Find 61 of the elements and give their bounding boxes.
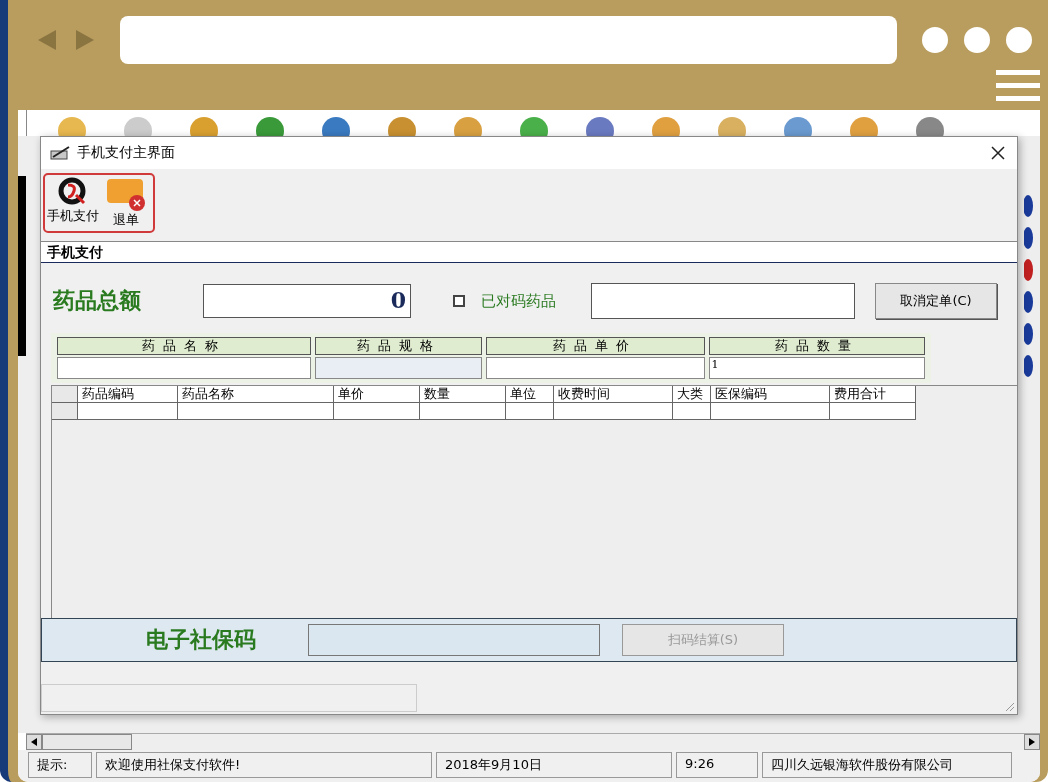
left-arrow-icon [31, 738, 37, 746]
column-header[interactable]: 收费时间 [554, 386, 673, 403]
scan-code-field[interactable] [308, 624, 600, 656]
field-label: 药品数量 [708, 337, 925, 355]
column-header[interactable]: 大类 [673, 386, 711, 403]
menu-icon[interactable] [996, 70, 1040, 102]
column-header[interactable]: 费用合计 [830, 386, 916, 403]
input-field[interactable] [486, 357, 705, 379]
section-title: 手机支付 [41, 241, 1017, 263]
toolbar-icon[interactable] [583, 114, 617, 136]
input-field[interactable] [57, 357, 312, 379]
dialog-title: 手机支付主界面 [77, 144, 176, 162]
total-label: 药品总额 [53, 286, 142, 315]
toolbar-icon[interactable] [55, 114, 89, 136]
status-cell: 2018年9月10日 [436, 752, 672, 778]
field-label: 药品名称 [57, 337, 312, 355]
field-label: 药品规格 [315, 337, 483, 355]
corner-header[interactable] [52, 386, 78, 403]
mobile-pay-button[interactable]: 手机支付 [47, 177, 99, 229]
status-cell: 9:26 [676, 752, 758, 778]
toolbar-icon[interactable] [715, 114, 749, 136]
cancel-order-button[interactable]: 取消定单(C) [875, 283, 997, 319]
toolbar-icon[interactable] [385, 114, 419, 136]
total-field[interactable]: 0 [203, 284, 411, 318]
toolbar-icon[interactable] [781, 114, 815, 136]
column-header[interactable]: 医保编码 [711, 386, 830, 403]
status-cell: 欢迎使用社保支付软件! [96, 752, 432, 778]
column-header[interactable]: 单价 [334, 386, 420, 403]
table-cell [673, 403, 711, 420]
scroll-left-button[interactable] [26, 734, 42, 750]
checkbox-label: 已对码药品 [481, 291, 557, 311]
scroll-right-button[interactable] [1024, 734, 1040, 750]
checkbox[interactable] [453, 295, 465, 307]
toolbar-icon[interactable] [649, 114, 683, 136]
refund-button[interactable]: 退单 [105, 177, 147, 229]
column-header[interactable]: 数量 [420, 386, 506, 403]
ticket-icon [105, 177, 147, 211]
scroll-thumb[interactable] [42, 734, 132, 750]
toolbar-icon[interactable] [187, 114, 221, 136]
toolbar-icon[interactable] [253, 114, 287, 136]
close-icon[interactable] [991, 146, 1005, 160]
table-cell [506, 403, 554, 420]
field-label: 药品单价 [486, 337, 705, 355]
toolbar-icon[interactable] [913, 114, 947, 136]
input-field[interactable]: 1 [708, 357, 925, 379]
pen-book-icon [49, 145, 71, 161]
column-header[interactable]: 药品名称 [178, 386, 334, 403]
toolbar-icon[interactable] [847, 114, 881, 136]
right-arrow-icon [1029, 738, 1035, 746]
input-field[interactable] [591, 283, 855, 319]
row-header[interactable] [52, 403, 78, 420]
toolbar-icon[interactable] [319, 114, 353, 136]
resize-grip-icon[interactable] [1003, 700, 1015, 712]
toolbar-icon[interactable] [517, 114, 551, 136]
toolbar-icon[interactable] [451, 114, 485, 136]
status-cell: 四川久远银海软件股份有限公司 [762, 752, 1012, 778]
dots-icon[interactable] [920, 26, 1032, 54]
status-cell: 提示: [28, 752, 92, 778]
column-header[interactable]: 单位 [506, 386, 554, 403]
column-header[interactable]: 药品编码 [78, 386, 178, 403]
scan-label: 电子社保码 [146, 625, 257, 654]
